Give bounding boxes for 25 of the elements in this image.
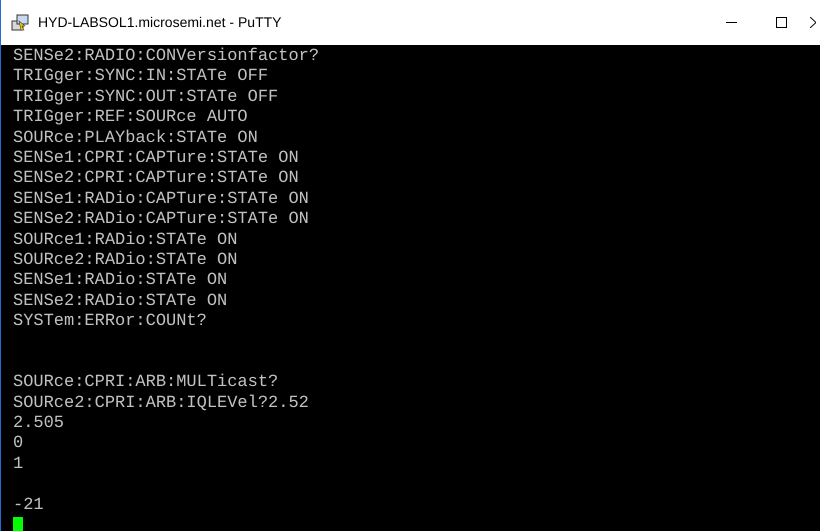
terminal-line: SYSTem:ERRor:COUNt? [13, 312, 207, 332]
terminal-line: SENSe1:RADio:CAPTure:STATe ON [13, 190, 309, 209]
terminal-line: 0 [13, 434, 24, 454]
terminal-line: TRIGger:SYNC:OUT:STATe OFF [13, 88, 278, 107]
terminal-line: SOURce:PLAYback:STATe ON [13, 128, 258, 148]
terminal-line: SENSe1:RADio:STATe ON [13, 271, 228, 290]
terminal-line: SOURce1:RADio:STATe ON [13, 230, 238, 250]
window-title: HYD-LABSOL1.microsemi.net - PuTTY [38, 13, 282, 32]
text-cursor [13, 516, 23, 531]
terminal-line: SENSe2:RADIO:CONVersionfactor? [13, 47, 320, 66]
terminal-line: SENSe2:RADio:CAPTure:STATe ON [13, 210, 309, 230]
terminal-line: TRIGger:REF:SOURce AUTO [13, 108, 248, 128]
terminal-line: SOURce2:RADio:STATe ON [13, 250, 238, 270]
terminal-line: SOURce:CPRI:ARB:MULTicast? [13, 373, 278, 392]
terminal-line: 2.505 [13, 414, 64, 434]
terminal-line: SENSe2:CPRI:CAPTure:STATe ON [13, 169, 299, 188]
terminal-line: -21 [13, 496, 44, 515]
maximize-icon [776, 17, 786, 28]
terminal-line: SENSe1:CPRI:CAPTure:STATe ON [13, 148, 299, 168]
terminal-line: SENSe2:RADio:STATe ON [13, 292, 228, 311]
terminal-line: 1 [13, 454, 24, 474]
app-icon [10, 12, 30, 32]
minimize-icon [726, 22, 736, 23]
terminal-line: TRIGger:SYNC:IN:STATe OFF [13, 67, 268, 86]
terminal-line: SOURce2:CPRI:ARB:IQLEVel?2.52 [13, 394, 309, 413]
